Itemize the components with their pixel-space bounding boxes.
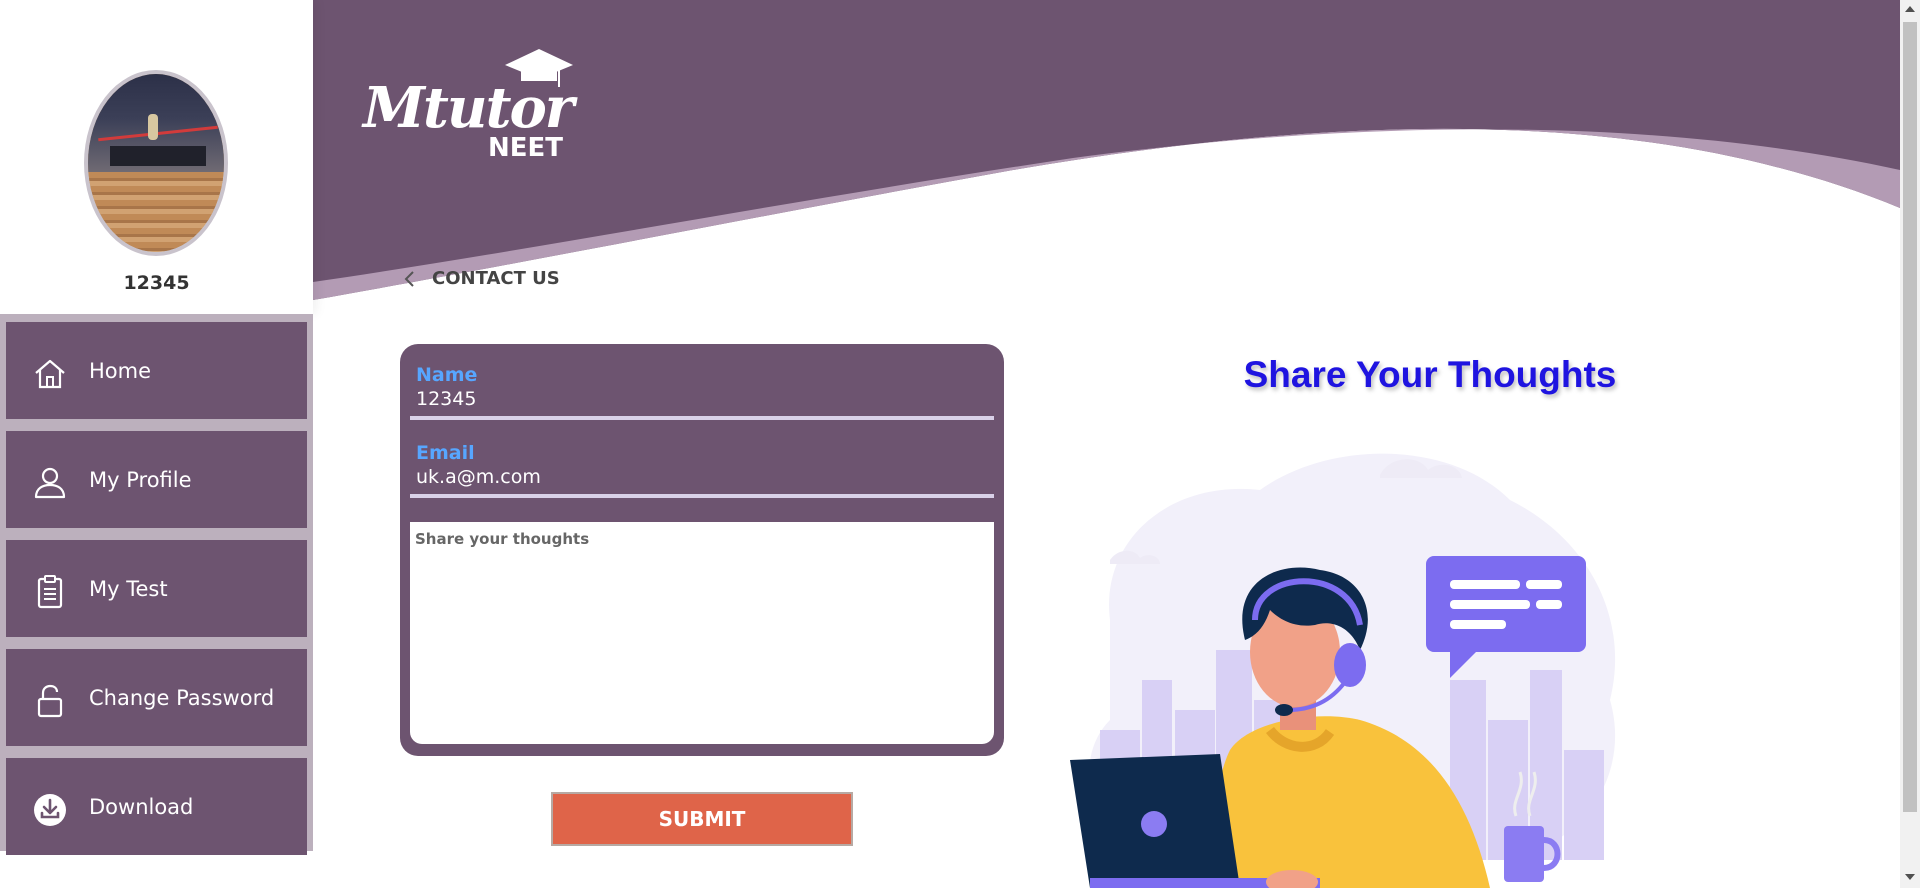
scroll-up-icon[interactable] — [1905, 6, 1915, 12]
scroll-thumb[interactable] — [1903, 22, 1917, 812]
page-title: CONTACT US — [432, 268, 560, 289]
user-id: 12345 — [123, 272, 190, 294]
home-icon — [35, 359, 65, 389]
scroll-down-icon[interactable] — [1905, 874, 1915, 880]
sidebar-item-label: Home — [89, 359, 152, 383]
sidebar-item-label: My Profile — [89, 468, 192, 492]
profile-panel: 12345 — [0, 0, 313, 314]
field-divider — [410, 416, 994, 420]
contact-form: Name Email — [400, 344, 1004, 756]
sidebar-item-label: Download — [89, 795, 194, 819]
download-icon — [34, 794, 66, 826]
email-field: Email — [410, 422, 994, 498]
clipboard-icon — [37, 575, 63, 609]
logo-sub: NEET — [488, 133, 564, 163]
page: Mtutor NEET 12345 Home My Profile My Tes… — [0, 0, 1920, 888]
sidebar-item-change-password[interactable]: Change Password — [6, 649, 307, 746]
sidebar-item-download[interactable]: Download — [6, 758, 307, 855]
sidebar: 12345 Home My Profile My Test Change Pas… — [0, 0, 313, 888]
logo-word: Mtutor — [363, 75, 574, 141]
mtutor-neet-logo: Mtutor NEET — [363, 45, 574, 165]
name-input[interactable] — [416, 388, 976, 410]
field-divider — [410, 494, 994, 498]
sidebar-item-label: My Test — [89, 577, 168, 601]
avatar[interactable] — [84, 70, 228, 256]
sidebar-nav: Home My Profile My Test Change Password … — [0, 314, 313, 855]
email-label: Email — [416, 442, 475, 464]
sidebar-item-my-profile[interactable]: My Profile — [6, 431, 307, 528]
sidebar-item-my-test[interactable]: My Test — [6, 540, 307, 637]
name-label: Name — [416, 364, 478, 386]
lock-icon — [37, 684, 63, 718]
breadcrumb: CONTACT US — [400, 268, 560, 289]
sidebar-item-home[interactable]: Home — [6, 322, 307, 419]
email-input[interactable] — [416, 466, 976, 488]
back-arrow-icon[interactable] — [400, 269, 420, 289]
submit-button[interactable]: SUBMIT — [551, 792, 853, 846]
thoughts-textarea[interactable] — [410, 522, 994, 744]
name-field: Name — [410, 344, 994, 420]
share-thoughts-heading: Share Your Thoughts — [1243, 354, 1617, 395]
user-icon — [34, 467, 66, 499]
sidebar-item-label: Change Password — [89, 686, 275, 710]
support-agent-illustration — [1070, 453, 1616, 888]
vertical-scrollbar[interactable] — [1900, 0, 1920, 888]
